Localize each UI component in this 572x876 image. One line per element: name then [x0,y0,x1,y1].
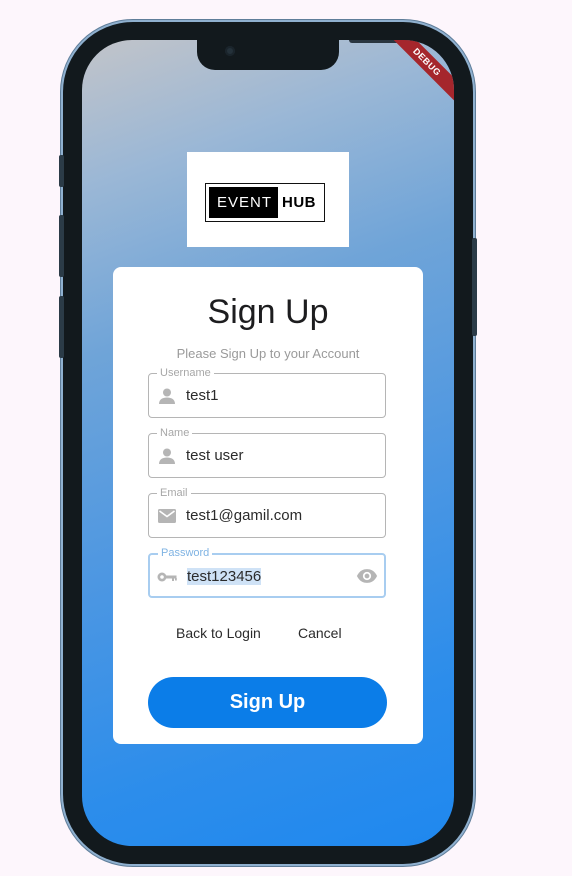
page-title: Sign Up [207,293,329,331]
mail-icon [158,509,176,523]
key-icon [157,572,177,582]
person-icon [159,448,175,464]
email-field[interactable]: Email test1@gamil.com [148,486,386,538]
side-button [59,296,64,358]
camera-icon [225,46,235,56]
side-button [472,238,477,336]
device-screen: DEBUG EVENT HUB Sign Up Please Sign Up t… [82,40,454,846]
logo: EVENT HUB [187,152,349,247]
name-label: Name [157,426,193,440]
side-button [59,215,64,277]
back-to-login-button[interactable]: Back to Login [176,625,261,641]
signup-card: Sign Up Please Sign Up to your Account U… [113,267,423,744]
username-value: test1 [186,387,219,404]
cancel-button[interactable]: Cancel [298,625,342,641]
notch [197,40,417,70]
username-field[interactable]: Username test1 [148,366,386,418]
logo-text-hub: HUB [282,194,317,211]
sign-up-button[interactable]: Sign Up [148,677,387,728]
eye-icon[interactable] [356,566,378,586]
name-field[interactable]: Name test user [148,426,386,478]
name-value: test user [186,447,244,464]
email-value: test1@gamil.com [186,507,303,524]
logo-frame: EVENT HUB [205,183,325,222]
password-label: Password [158,546,213,560]
logo-text-event: EVENT [209,187,279,218]
page-subtitle: Please Sign Up to your Account [176,346,360,361]
password-field[interactable]: Password test123456 [148,546,386,598]
password-selection: test123456 [187,568,262,585]
password-value[interactable]: test123456 [187,567,262,587]
side-button [59,155,64,187]
username-label: Username [157,366,214,380]
email-label: Email [157,486,191,500]
person-icon [159,388,175,404]
